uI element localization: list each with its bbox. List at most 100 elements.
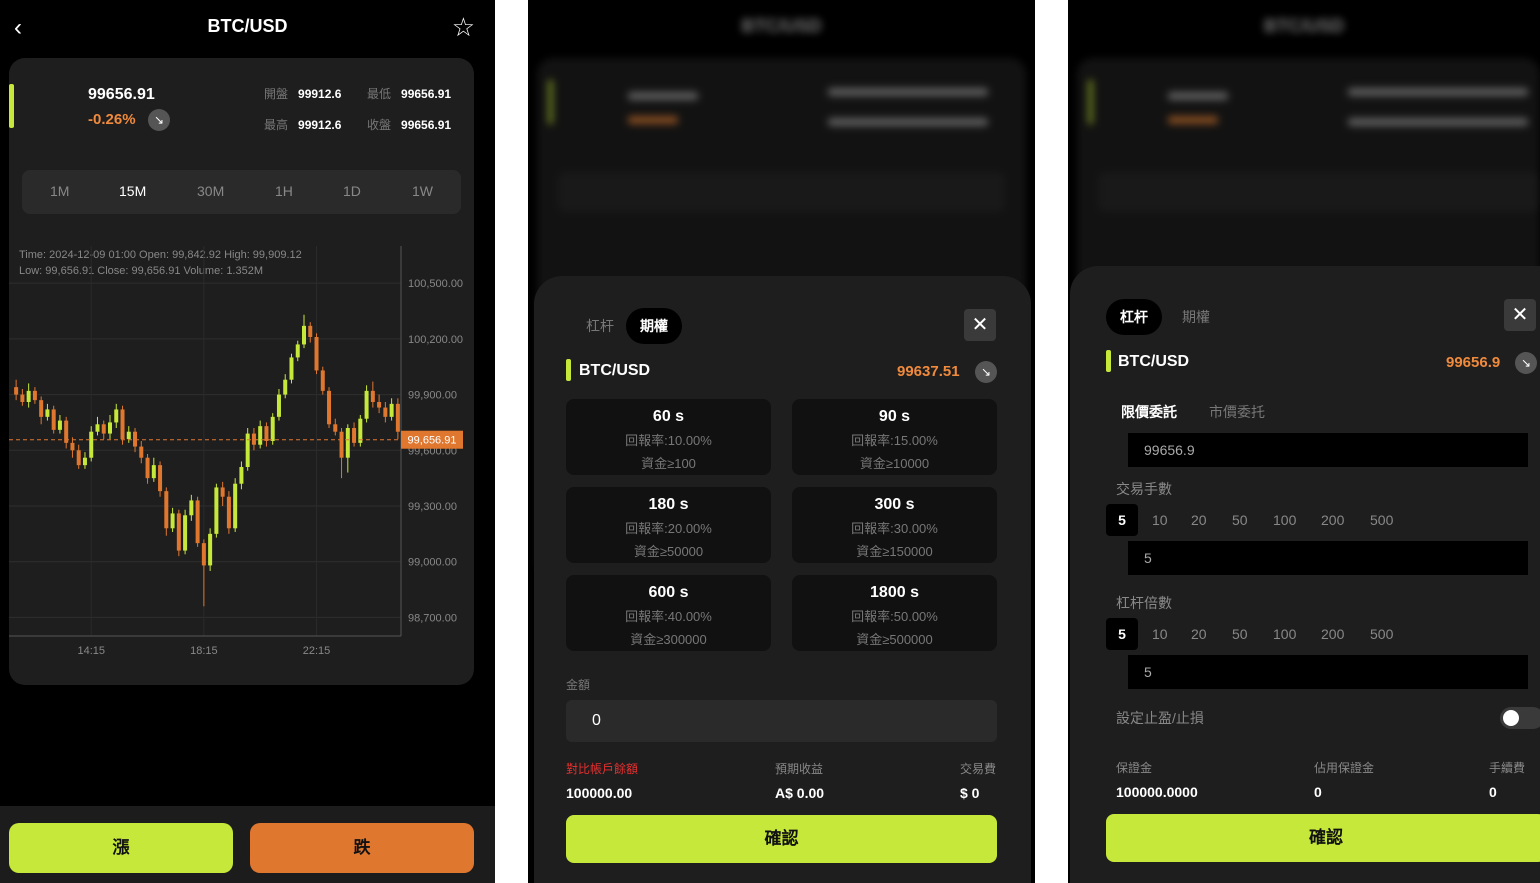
- candle-body: [214, 487, 219, 534]
- stat-low: 最低 99656.91: [367, 87, 452, 101]
- candle-body: [26, 390, 31, 402]
- lot-chip[interactable]: 100: [1273, 512, 1296, 528]
- candle-body: [245, 433, 250, 467]
- candle-body: [383, 407, 388, 417]
- close-icon[interactable]: ✕: [964, 309, 996, 341]
- candle-body: [226, 496, 231, 529]
- candle-body: [208, 533, 213, 566]
- timeframe-15m[interactable]: 15M: [119, 183, 146, 199]
- option-time: 300 s: [874, 496, 915, 513]
- tab-options[interactable]: 期權: [626, 308, 682, 344]
- lots-input[interactable]: 5: [1128, 541, 1528, 575]
- timeframe-1h[interactable]: 1H: [275, 183, 293, 199]
- option-time: 60 s: [652, 408, 685, 425]
- lots-label: 交易手數: [1116, 481, 1172, 497]
- option-600s[interactable]: 600 s 回報率:40.00% 資金≥300000: [566, 575, 771, 651]
- timeframe-1m[interactable]: 1M: [50, 183, 69, 199]
- trade-buttons: 漲 跌: [0, 806, 495, 883]
- pair-name: BTC/USD: [579, 362, 651, 379]
- candle-body: [370, 390, 375, 402]
- lot-chip[interactable]: 5: [1106, 504, 1138, 536]
- pair-name: BTC/USD: [1118, 353, 1190, 370]
- option-1800s[interactable]: 1800 s 回報率:50.00% 資金≥500000: [792, 575, 997, 651]
- market-card: 99656.91 -0.26% ↘ 開盤 99912.6 最低 99656.91 最…: [9, 58, 474, 685]
- candle-body: [314, 337, 319, 371]
- tab-leverage[interactable]: 杠杆: [1106, 299, 1162, 335]
- candle-body: [133, 431, 138, 447]
- candle-body: [320, 370, 325, 391]
- candle-body: [70, 442, 75, 451]
- candle-body: [220, 487, 225, 497]
- leverage-chip[interactable]: 5: [1106, 618, 1138, 650]
- timeframe-1w[interactable]: 1W: [412, 183, 433, 199]
- candle-body: [108, 422, 112, 434]
- leverage-chip[interactable]: 100: [1273, 626, 1296, 642]
- fee-label: 交易費: [960, 762, 997, 776]
- leverage-chip[interactable]: 200: [1321, 626, 1344, 642]
- tab-options[interactable]: 期權: [1168, 299, 1224, 335]
- timeframe-1d[interactable]: 1D: [343, 183, 361, 199]
- candle-body: [164, 491, 169, 529]
- lot-chip[interactable]: 10: [1152, 512, 1168, 528]
- option-180s[interactable]: 180 s 回報率:20.00% 資金≥50000: [566, 487, 771, 563]
- background-line: [1168, 92, 1228, 100]
- leverage-chip[interactable]: 10: [1152, 626, 1168, 642]
- y-tick-label: 99,900.00: [408, 390, 457, 402]
- current-price-label: 99,656.91: [408, 435, 457, 447]
- lot-chip[interactable]: 200: [1321, 512, 1344, 528]
- option-90s[interactable]: 90 s 回報率:15.00% 資金≥10000: [792, 399, 997, 475]
- current-price: 99656.91: [88, 86, 155, 103]
- tab-limit-order[interactable]: 限價委託: [1121, 402, 1177, 422]
- tab-leverage[interactable]: 杠杆: [572, 308, 628, 344]
- leverage-input[interactable]: 5: [1128, 655, 1528, 689]
- option-rate: 回報率:10.00%: [625, 433, 712, 448]
- candle-body: [14, 387, 19, 395]
- candlestick-chart[interactable]: 100,500.00100,200.0099,900.0099,600.0099…: [9, 244, 474, 664]
- option-min: 資金≥150000: [856, 544, 933, 559]
- leverage-chip[interactable]: 50: [1232, 626, 1248, 642]
- leverage-label: 杠杆倍數: [1116, 595, 1172, 611]
- options-sheet: 杠杆 期權 ✕ BTC/USD 99637.51 ↘ 60 s 回報率:10.0…: [534, 276, 1031, 883]
- tab-market-order[interactable]: 市價委托: [1209, 402, 1265, 422]
- option-300s[interactable]: 300 s 回報率:30.00% 資金≥150000: [792, 487, 997, 563]
- used-margin-value: 0: [1314, 784, 1322, 800]
- candle-body: [327, 390, 332, 425]
- accent-bar: [9, 84, 14, 128]
- candle-body: [333, 424, 338, 432]
- amount-input[interactable]: 0: [566, 700, 997, 742]
- price-change: -0.26%: [88, 111, 136, 128]
- lot-chip[interactable]: 50: [1232, 512, 1248, 528]
- star-icon[interactable]: ☆: [452, 12, 475, 43]
- lot-chip[interactable]: 20: [1191, 512, 1207, 528]
- background-line: [628, 116, 678, 124]
- candle-body: [45, 409, 50, 417]
- candle-body: [139, 446, 144, 458]
- candle-body: [364, 390, 369, 419]
- header: ‹ BTC/USD ☆: [0, 0, 495, 56]
- amount-label: 金額: [566, 678, 591, 692]
- limit-price-input[interactable]: 99656.9: [1128, 433, 1528, 467]
- fall-button[interactable]: 跌: [250, 823, 474, 873]
- option-60s[interactable]: 60 s 回報率:10.00% 資金≥100: [566, 399, 771, 475]
- lot-chip[interactable]: 500: [1370, 512, 1393, 528]
- candle-body: [395, 403, 400, 432]
- accent-bar: [1106, 350, 1111, 372]
- pair-price: 99637.51: [897, 363, 960, 380]
- pair-price: 99656.9: [1446, 354, 1501, 371]
- candle-body: [251, 433, 256, 445]
- option-time: 1800 s: [870, 584, 919, 601]
- tp-sl-toggle[interactable]: [1500, 707, 1540, 729]
- candle-body: [377, 402, 382, 408]
- leverage-chip[interactable]: 500: [1370, 626, 1393, 642]
- candle-body: [201, 543, 206, 566]
- candle-body: [120, 409, 125, 440]
- leverage-chip[interactable]: 20: [1191, 626, 1207, 642]
- close-icon[interactable]: ✕: [1504, 299, 1536, 331]
- down-right-arrow-icon: ↘: [148, 109, 170, 131]
- margin-label: 保證金: [1116, 761, 1153, 775]
- rise-button[interactable]: 漲: [9, 823, 233, 873]
- confirm-button[interactable]: 確認: [1106, 814, 1540, 862]
- confirm-button[interactable]: 確認: [566, 815, 997, 863]
- background-line: [1348, 88, 1528, 96]
- timeframe-30m[interactable]: 30M: [197, 183, 224, 199]
